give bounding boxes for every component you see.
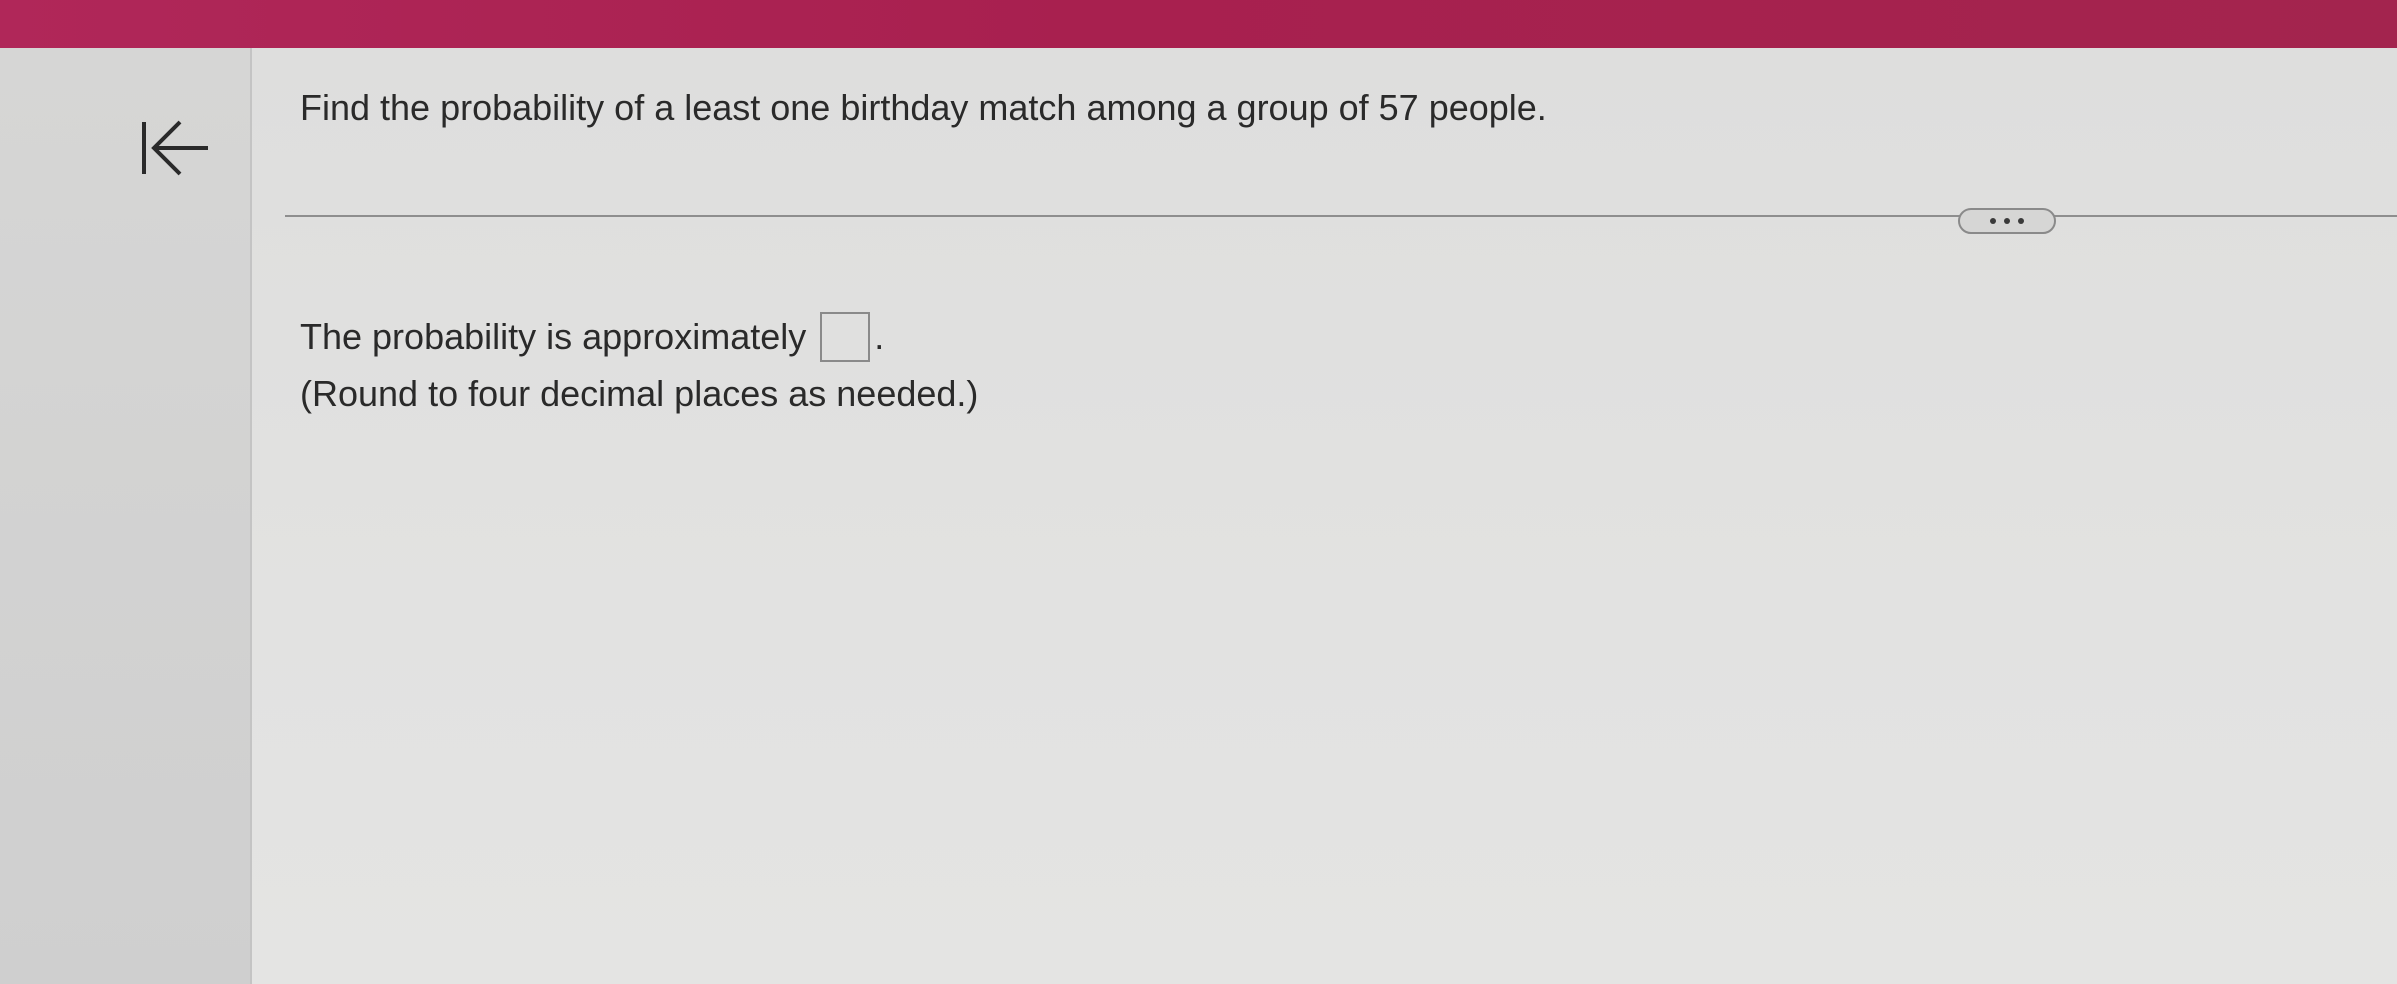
back-button[interactable] xyxy=(130,112,210,184)
answer-input[interactable] xyxy=(820,312,871,362)
ellipsis-icon xyxy=(1990,218,1996,224)
divider xyxy=(285,215,2397,217)
ellipsis-icon xyxy=(2018,218,2024,224)
answer-prefix: The probability is approximately xyxy=(300,316,807,357)
question-panel xyxy=(252,48,2397,984)
answer-line: The probability is approximately . xyxy=(300,312,884,362)
arrow-left-to-bar-icon xyxy=(142,120,208,176)
left-panel xyxy=(0,48,252,984)
answer-suffix: . xyxy=(874,316,885,357)
rounding-instruction: (Round to four decimal places as needed.… xyxy=(300,373,979,414)
top-bar xyxy=(0,0,2397,48)
ellipsis-icon xyxy=(2004,218,2010,224)
question-text: Find the probability of a least one birt… xyxy=(300,87,1547,128)
more-options-button[interactable] xyxy=(1958,208,2056,234)
